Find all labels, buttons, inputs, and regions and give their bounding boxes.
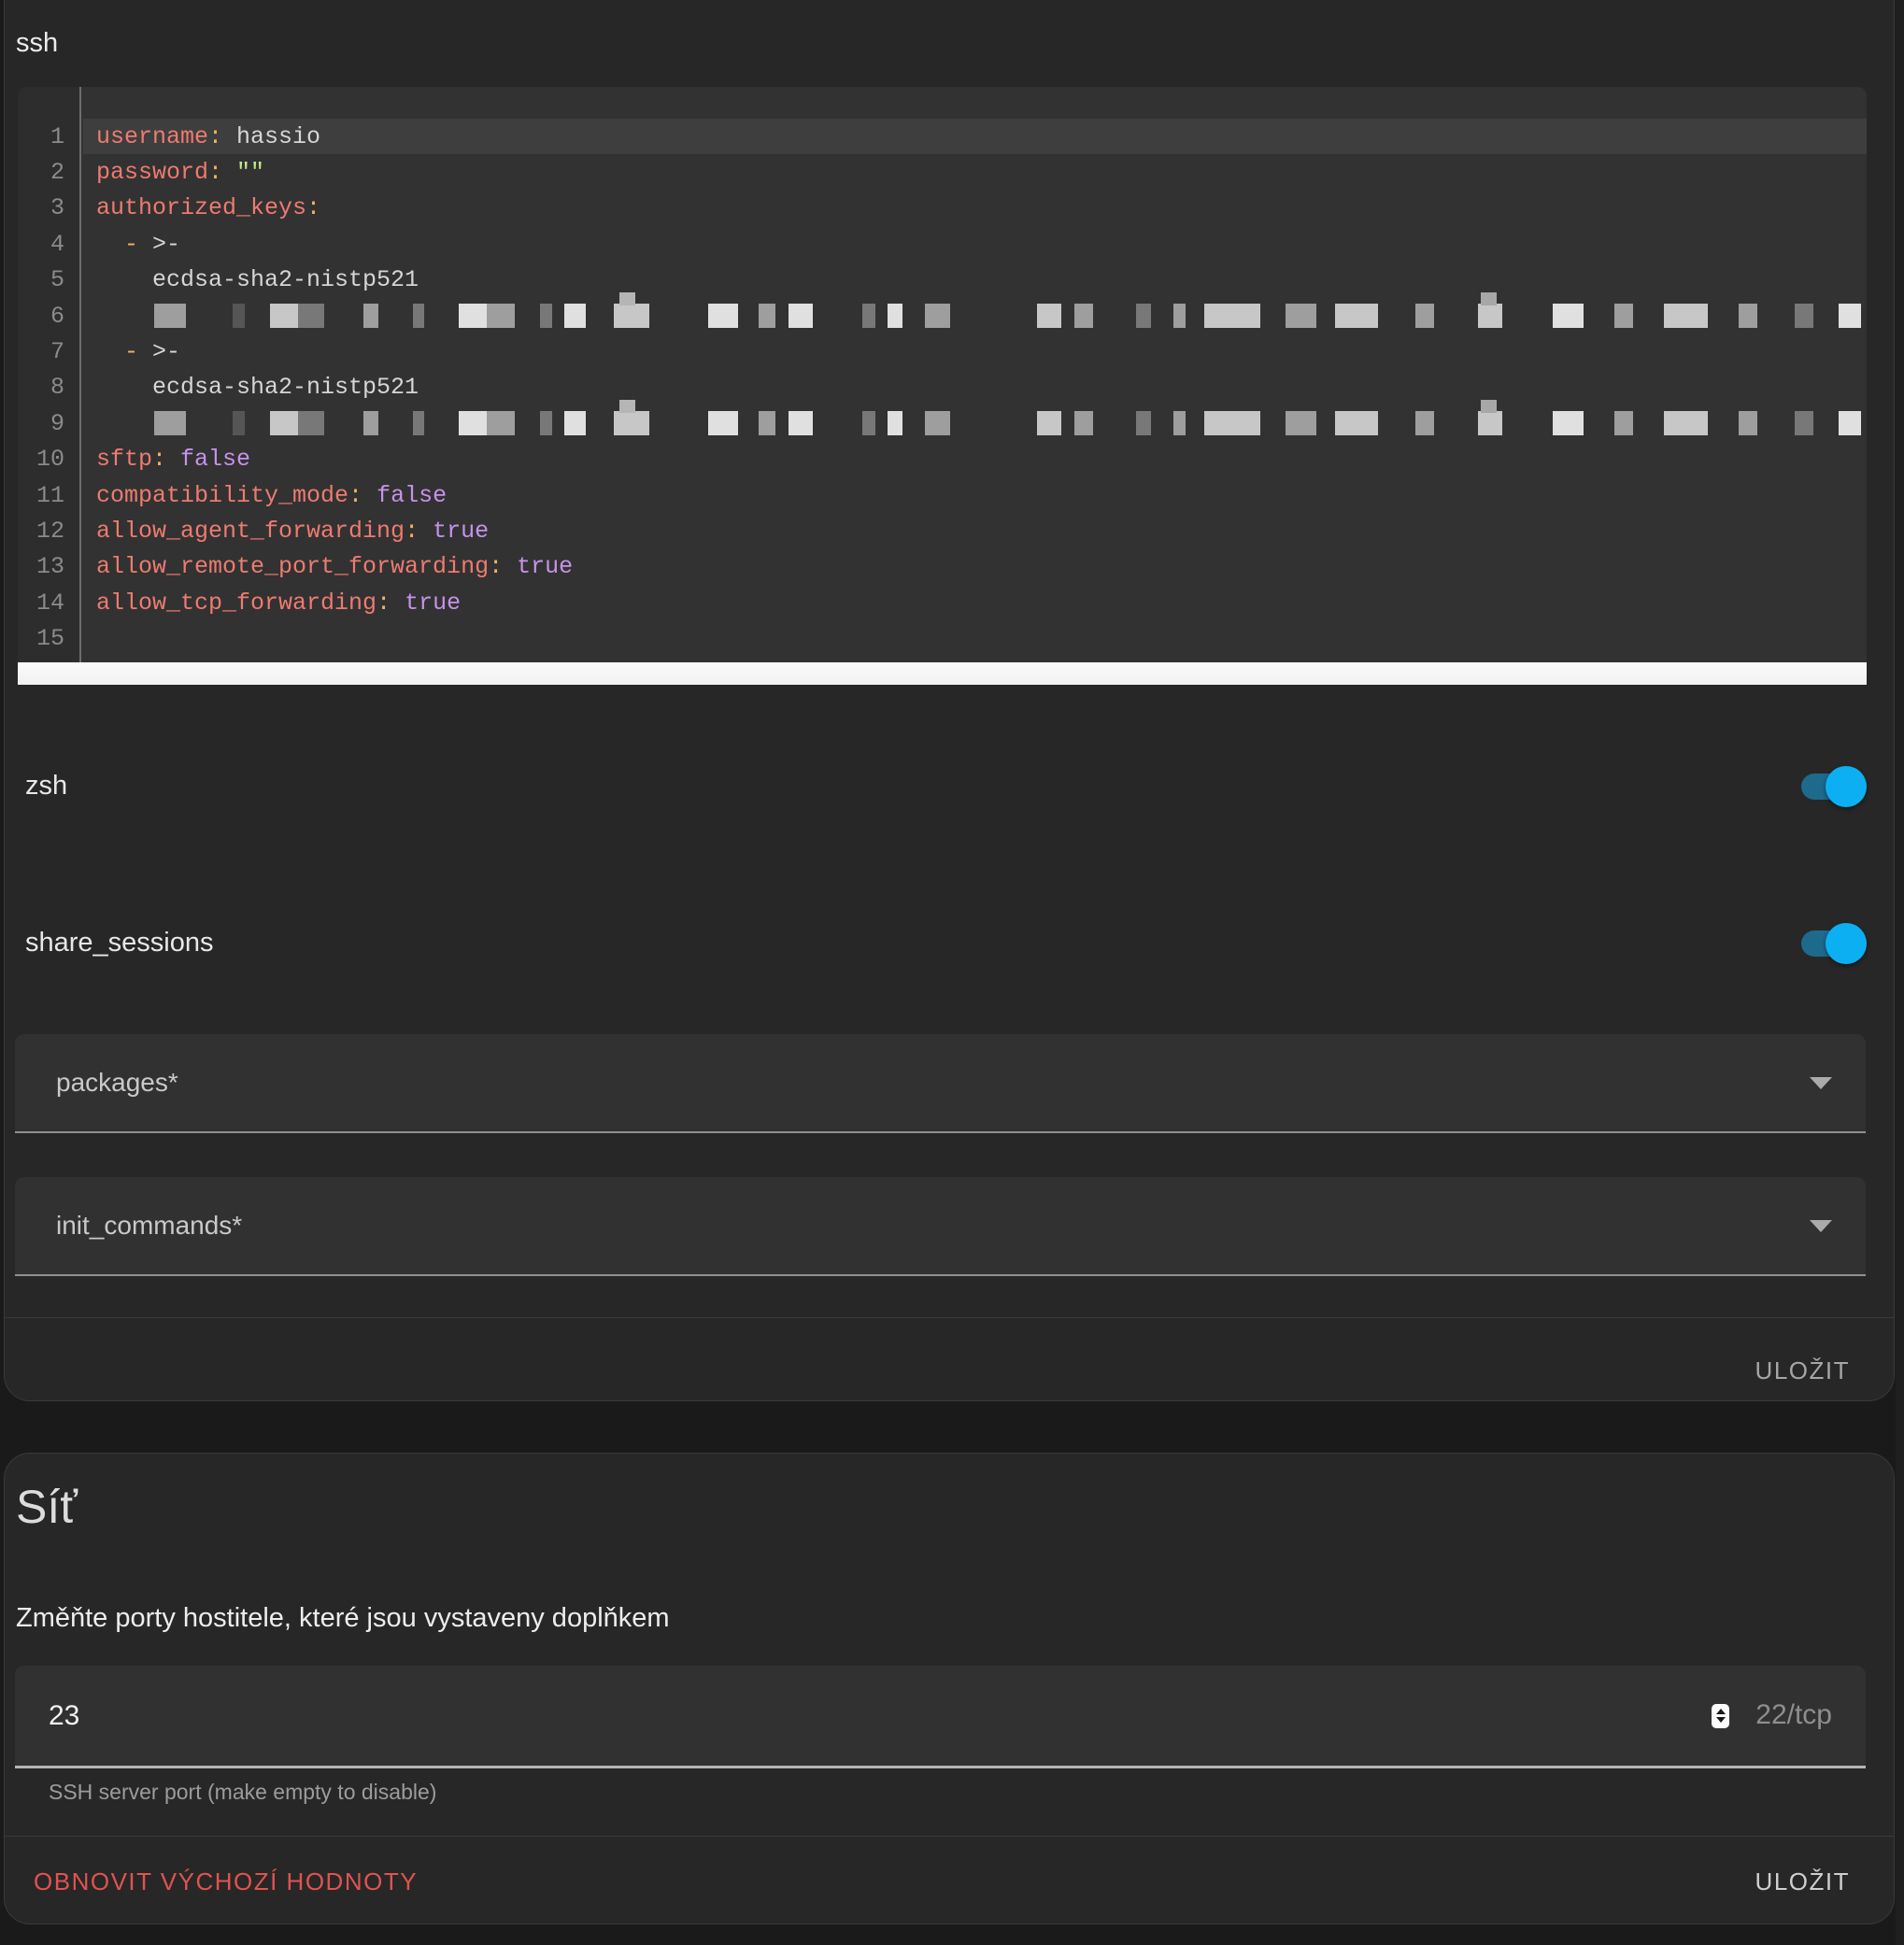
code-line[interactable]: 4 - >-: [18, 226, 1867, 262]
network-save-button[interactable]: ULOŽIT: [1755, 1867, 1850, 1896]
packages-dropdown-label: packages*: [56, 1068, 178, 1098]
share-sessions-label: share_sessions: [25, 928, 214, 958]
toggle-thumb: [1826, 923, 1867, 964]
reset-defaults-button[interactable]: OBNOVIT VÝCHOZÍ HODNOTY: [34, 1867, 418, 1896]
line-number: 4: [18, 231, 83, 258]
yaml-code-editor[interactable]: 1username: hassio2password: ""3authorize…: [18, 87, 1867, 662]
container-port-label: 22/tcp: [1755, 1699, 1832, 1731]
line-number: 6: [18, 303, 83, 330]
editor-horizontal-scrollbar[interactable]: [18, 662, 1867, 685]
line-number: 12: [18, 518, 83, 545]
code-line[interactable]: 3authorized_keys:: [18, 191, 1867, 226]
chevron-down-icon: [1810, 1077, 1832, 1089]
line-number: 14: [18, 589, 83, 617]
config-save-button[interactable]: ULOŽIT: [1755, 1356, 1850, 1385]
code-line[interactable]: 10sftp: false: [18, 442, 1867, 477]
chevron-down-icon[interactable]: [1716, 1717, 1726, 1723]
share-sessions-toggle[interactable]: [1801, 923, 1867, 964]
network-section-title: Síť: [16, 1480, 78, 1534]
toggle-thumb: [1826, 766, 1867, 807]
zsh-label: zsh: [25, 771, 67, 802]
redacted-key-blur: [152, 304, 1861, 328]
port-helper-text: SSH server port (make empty to disable): [49, 1780, 436, 1805]
line-number: 15: [18, 625, 83, 652]
line-number: 8: [18, 374, 83, 401]
line-number: 7: [18, 338, 83, 365]
packages-dropdown[interactable]: packages*: [15, 1034, 1866, 1133]
chevron-down-icon: [1810, 1220, 1832, 1232]
code-line[interactable]: 11compatibility_mode: false: [18, 477, 1867, 513]
line-number: 2: [18, 159, 83, 186]
code-line[interactable]: 12allow_agent_forwarding: true: [18, 513, 1867, 548]
code-line[interactable]: 9: [18, 405, 1867, 441]
page-scrollbar[interactable]: [1896, 0, 1904, 1945]
line-number: 11: [18, 482, 83, 509]
code-line[interactable]: 1username: hassio: [18, 119, 1867, 154]
line-number: 10: [18, 446, 83, 473]
ssh-port-field[interactable]: 22/tcp: [15, 1666, 1866, 1768]
code-line[interactable]: 5 ecdsa-sha2-nistp521: [18, 263, 1867, 298]
code-line[interactable]: 13allow_remote_port_forwarding: true: [18, 549, 1867, 585]
code-line[interactable]: 14allow_tcp_forwarding: true: [18, 585, 1867, 620]
ssh-port-input[interactable]: [49, 1666, 609, 1766]
init-commands-dropdown[interactable]: init_commands*: [15, 1177, 1866, 1276]
line-number: 5: [18, 266, 83, 293]
code-line[interactable]: 8 ecdsa-sha2-nistp521: [18, 370, 1867, 405]
config-footer-divider: [5, 1317, 1894, 1318]
port-number-stepper[interactable]: [1712, 1704, 1729, 1728]
network-description: Změňte porty hostitele, které jsou vysta…: [16, 1603, 670, 1634]
line-number: 1: [18, 123, 83, 150]
redacted-key-blur: [152, 411, 1861, 435]
editor-lines: 1username: hassio2password: ""3authorize…: [18, 119, 1867, 657]
init-commands-dropdown-label: init_commands*: [56, 1211, 242, 1241]
zsh-toggle[interactable]: [1801, 766, 1867, 807]
network-footer-divider: [5, 1836, 1894, 1837]
code-line[interactable]: 15: [18, 620, 1867, 656]
code-line[interactable]: 2password: "": [18, 154, 1867, 190]
code-line[interactable]: 7 - >-: [18, 334, 1867, 369]
ssh-section-label: ssh: [16, 28, 58, 59]
line-number: 13: [18, 553, 83, 580]
line-number: 9: [18, 410, 83, 437]
code-line[interactable]: 6: [18, 298, 1867, 334]
line-number: 3: [18, 194, 83, 221]
chevron-up-icon[interactable]: [1716, 1709, 1726, 1714]
